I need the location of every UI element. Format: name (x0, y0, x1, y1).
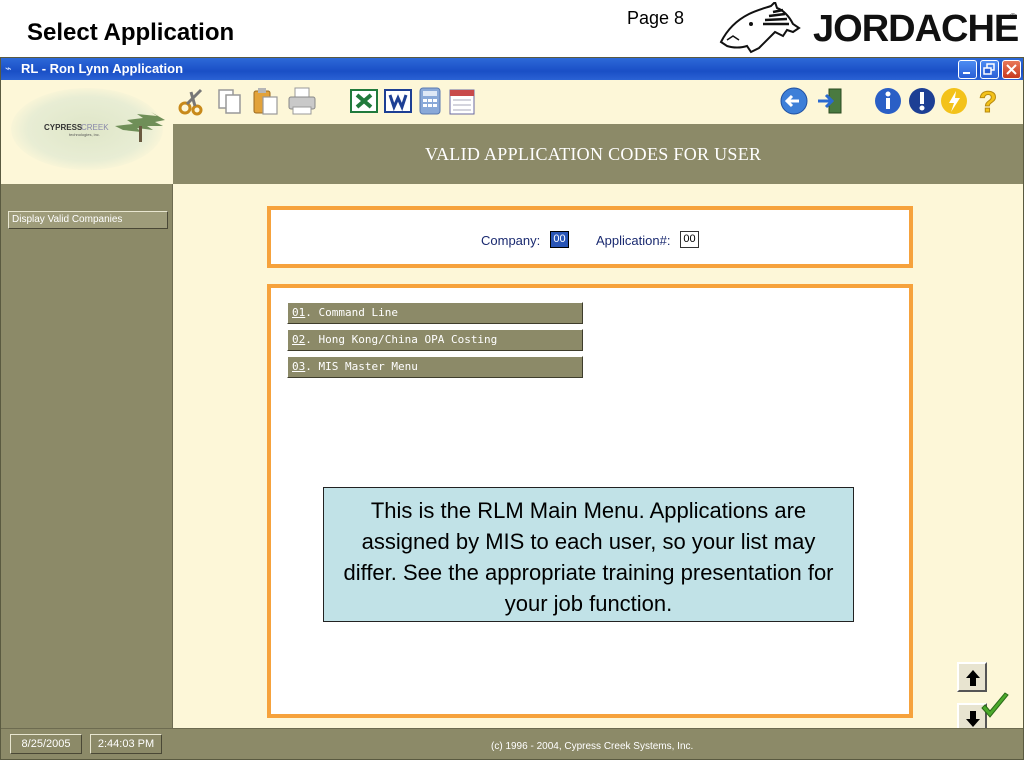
logo-name-2: CREEK (81, 123, 109, 132)
slide: Select Application Page 8 JORDACHE ® ⌁ R… (0, 0, 1024, 768)
menu-item-label: . Command Line (305, 306, 398, 319)
display-valid-companies-button[interactable]: Display Valid Companies (8, 211, 168, 229)
logo-subtitle: technologies, inc. (69, 132, 100, 137)
restore-button[interactable] (980, 60, 999, 79)
menu-item[interactable]: 01. Command Line (287, 302, 583, 324)
company-field[interactable]: 00 (550, 231, 569, 248)
scroll-up-button[interactable] (957, 662, 987, 692)
menu-item-label: . Hong Kong/China OPA Costing (305, 333, 498, 346)
copy-icon[interactable] (215, 86, 245, 116)
info-icon[interactable] (873, 86, 903, 116)
application-label: Application#: (596, 233, 671, 248)
minimize-icon (963, 72, 970, 74)
logo-name: CYPRESS (44, 123, 83, 132)
app-icon: ⌁ (5, 62, 12, 75)
horse-logo-icon (719, 2, 801, 54)
screen-heading: VALID APPLICATION CODES FOR USER (425, 144, 762, 164)
back-icon[interactable] (779, 86, 809, 116)
cut-icon[interactable] (177, 86, 207, 116)
application-field[interactable]: 00 (680, 231, 699, 248)
status-date: 8/25/2005 (10, 734, 82, 754)
menu-item[interactable]: 03. MIS Master Menu (287, 356, 583, 378)
application-window: ⌁ RL - Ron Lynn Application CYPRESS CREE… (0, 57, 1024, 760)
header-band: VALID APPLICATION CODES FOR USER (173, 124, 1023, 184)
menu-item-code: 02 (292, 333, 306, 346)
tree-icon (115, 112, 165, 142)
minimize-button[interactable] (958, 60, 977, 79)
window-title: RL - Ron Lynn Application (21, 61, 184, 76)
status-bar: 8/25/2005 2:44:03 PM (c) 1996 - 2004, Cy… (1, 728, 1023, 759)
restore-icon (983, 63, 995, 75)
help-icon[interactable]: ? (973, 86, 1003, 116)
checkmark-icon[interactable] (979, 692, 1011, 720)
callout-note: This is the RLM Main Menu. Applications … (323, 487, 854, 622)
brand-logo-text: JORDACHE (813, 8, 1019, 50)
close-button[interactable] (1002, 60, 1021, 79)
registered-mark: ® (1010, 12, 1016, 21)
selection-form: Company: 00 Application#: 00 (267, 206, 913, 268)
title-bar[interactable]: ⌁ RL - Ron Lynn Application (1, 58, 1023, 80)
menu-item-label: . MIS Master Menu (305, 360, 418, 373)
paste-icon[interactable] (251, 86, 281, 116)
slide-title: Select Application (27, 19, 235, 46)
exit-icon[interactable] (815, 86, 845, 116)
content-area: Company: 00 Application#: 00 01. Command… (173, 184, 1023, 733)
word-icon[interactable] (383, 86, 413, 116)
excel-icon[interactable] (349, 86, 379, 116)
print-icon[interactable] (287, 86, 317, 116)
arrow-up-icon (966, 670, 980, 686)
menu-item-code: 03 (292, 360, 306, 373)
status-time: 2:44:03 PM (90, 734, 162, 754)
menu-item[interactable]: 02. Hong Kong/China OPA Costing (287, 329, 583, 351)
calculator-icon[interactable] (415, 86, 445, 116)
svg-text:?: ? (979, 86, 997, 116)
company-logo-area: CYPRESS CREEK technologies, inc. (1, 80, 173, 184)
company-label: Company: (481, 233, 541, 248)
alert-icon[interactable] (907, 86, 937, 116)
toolbar: ? (173, 80, 1023, 124)
copyright-text: (c) 1996 - 2004, Cypress Creek Systems, … (491, 741, 694, 752)
close-icon (1006, 64, 1017, 75)
tips-icon[interactable] (939, 86, 969, 116)
sidebar (1, 184, 173, 728)
menu-item-code: 01 (292, 306, 306, 319)
page-number: Page 8 (627, 8, 685, 28)
calendar-icon[interactable] (447, 86, 477, 116)
